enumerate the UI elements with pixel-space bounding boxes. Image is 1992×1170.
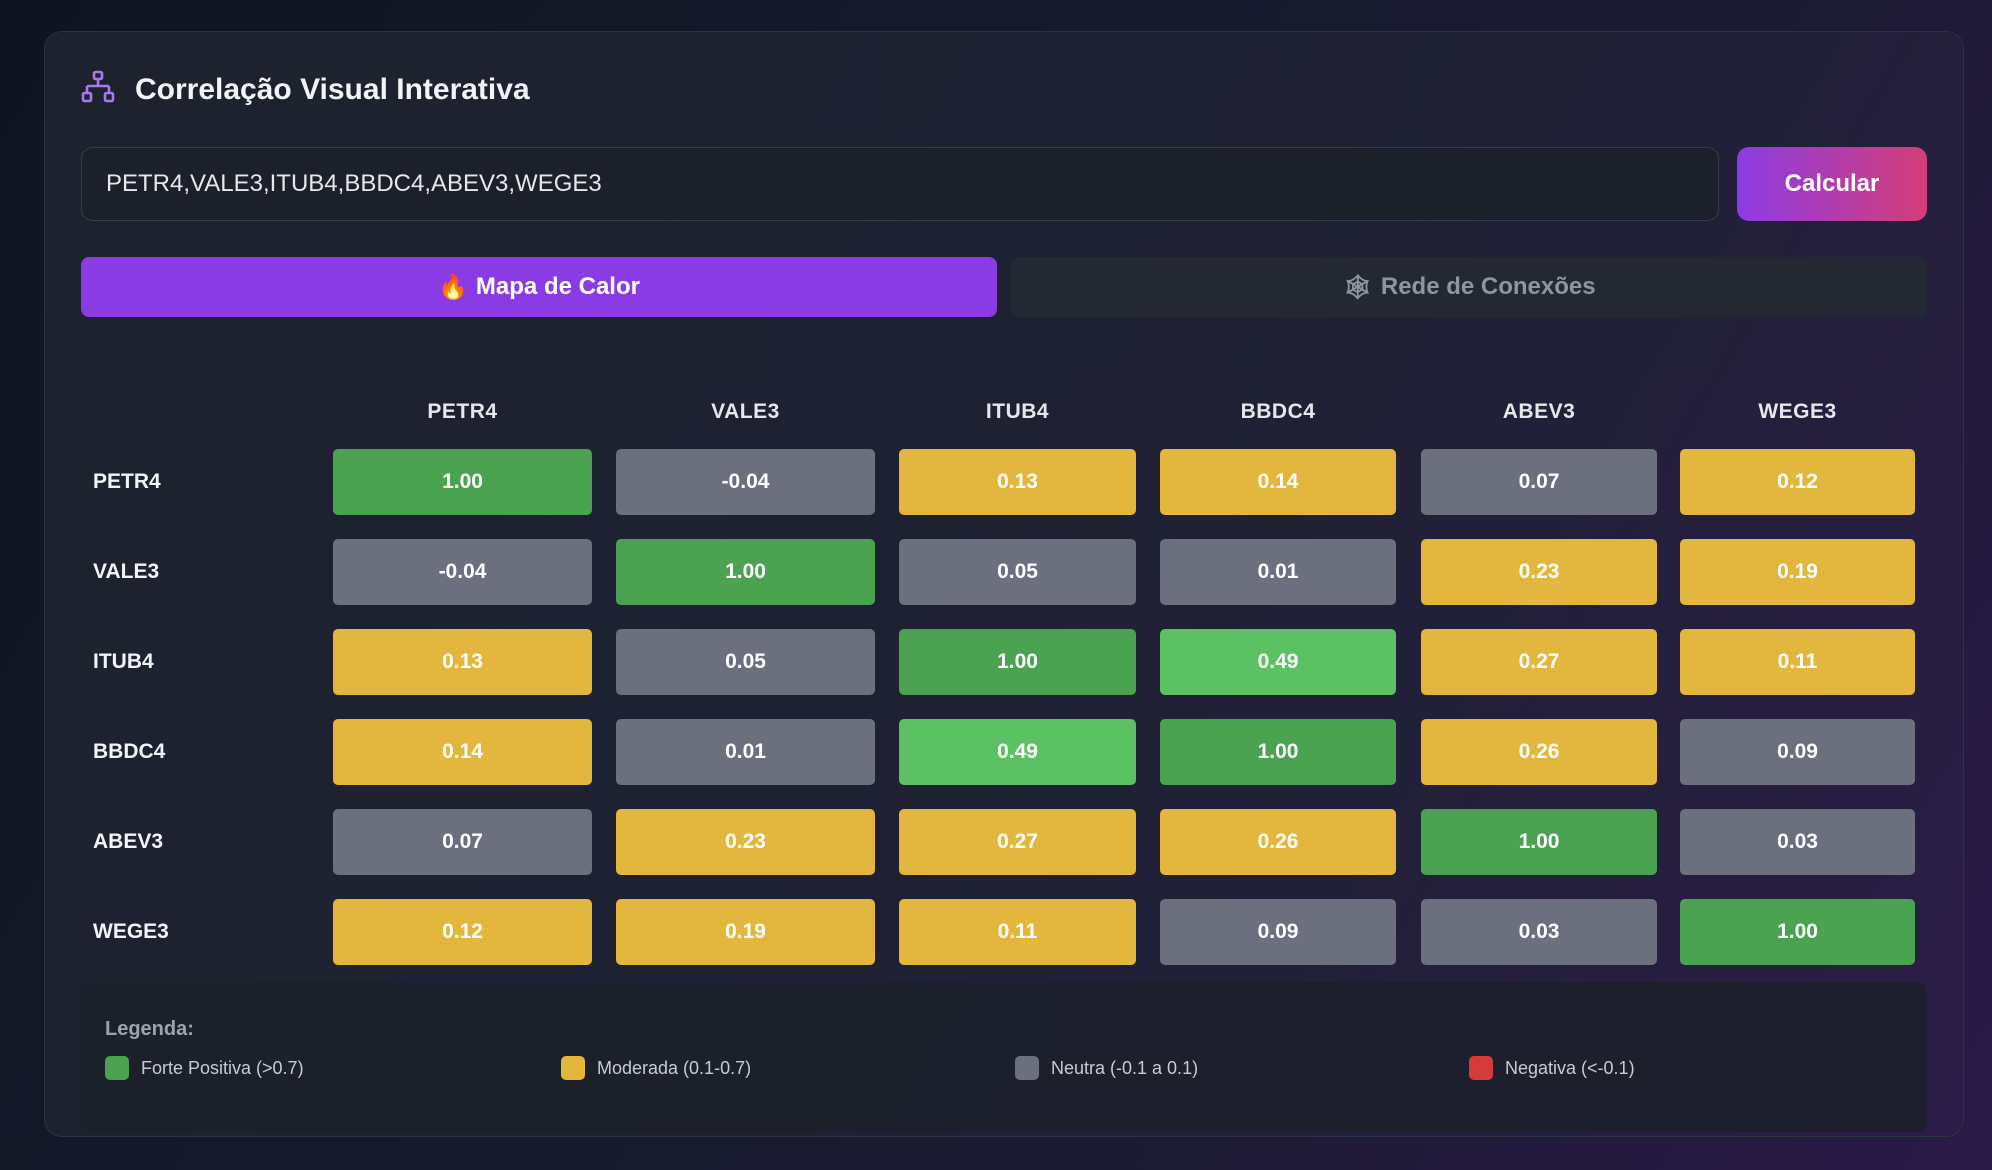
heatmap-cell-wege3-bbdc4[interactable]: 0.09 — [1160, 899, 1396, 965]
heatmap-cell-itub4-bbdc4[interactable]: 0.49 — [1160, 629, 1396, 695]
web-icon: 🕸 — [1342, 273, 1373, 301]
heatmap-cell-petr4-bbdc4[interactable]: 0.14 — [1160, 449, 1396, 515]
tab-network-label: Rede de Conexões — [1380, 273, 1596, 300]
heatmap-cell-petr4-petr4[interactable]: 1.00 — [333, 449, 592, 515]
column-header-bbdc4: BBDC4 — [1240, 400, 1316, 423]
row-header-petr4: PETR4 — [93, 470, 161, 493]
legend-swatch — [561, 1056, 585, 1080]
heatmap-cell-vale3-wege3[interactable]: 0.19 — [1680, 539, 1915, 605]
legend-swatch — [1469, 1056, 1493, 1080]
row-header-bbdc4: BBDC4 — [93, 740, 166, 763]
column-header-abev3: ABEV3 — [1502, 400, 1576, 423]
heatmap-cell-vale3-vale3[interactable]: 1.00 — [616, 539, 875, 605]
heatmap-cell-bbdc4-abev3[interactable]: 0.26 — [1421, 719, 1657, 785]
correlation-card: Correlação Visual Interativa Calcular 🔥 … — [44, 31, 1964, 1137]
legend-item-negative: Negativa (<-0.1) — [1469, 1056, 1635, 1080]
heatmap-cell-petr4-wege3[interactable]: 0.12 — [1680, 449, 1915, 515]
heatmap-cell-bbdc4-itub4[interactable]: 0.49 — [899, 719, 1136, 785]
heatmap-cell-wege3-petr4[interactable]: 0.12 — [333, 899, 592, 965]
heatmap-cell-vale3-abev3[interactable]: 0.23 — [1421, 539, 1657, 605]
legend-label: Moderada (0.1-0.7) — [597, 1057, 752, 1078]
heatmap-cell-petr4-itub4[interactable]: 0.13 — [899, 449, 1136, 515]
legend-label: Neutra (-0.1 a 0.1) — [1051, 1057, 1199, 1078]
heatmap-cell-bbdc4-wege3[interactable]: 0.09 — [1680, 719, 1915, 785]
heatmap-cell-petr4-vale3[interactable]: -0.04 — [616, 449, 875, 515]
heatmap-cell-abev3-vale3[interactable]: 0.23 — [616, 809, 875, 875]
heatmap-cell-vale3-bbdc4[interactable]: 0.01 — [1160, 539, 1396, 605]
legend-item-neutral: Neutra (-0.1 a 0.1) — [1015, 1056, 1198, 1080]
legend-label: Negativa (<-0.1) — [1505, 1057, 1635, 1078]
row-header-abev3: ABEV3 — [93, 830, 164, 853]
heatmap-cell-wege3-abev3[interactable]: 0.03 — [1421, 899, 1657, 965]
column-header-wege3: WEGE3 — [1758, 400, 1837, 423]
heatmap-cell-wege3-vale3[interactable]: 0.19 — [616, 899, 875, 965]
column-header-vale3: VALE3 — [711, 400, 780, 423]
heatmap-cell-itub4-wege3[interactable]: 0.11 — [1680, 629, 1915, 695]
tab-heatmap[interactable]: 🔥 Mapa de Calor — [81, 257, 997, 317]
legend: Legenda: Forte Positiva (>0.7) Moderada … — [81, 982, 1927, 1132]
heatmap-cell-abev3-itub4[interactable]: 0.27 — [899, 809, 1136, 875]
heatmap-cell-wege3-itub4[interactable]: 0.11 — [899, 899, 1136, 965]
heatmap-cell-vale3-itub4[interactable]: 0.05 — [899, 539, 1136, 605]
heatmap-cell-itub4-vale3[interactable]: 0.05 — [616, 629, 875, 695]
column-header-petr4: PETR4 — [427, 400, 498, 423]
legend-label: Forte Positiva (>0.7) — [141, 1057, 304, 1078]
heatmap-cell-petr4-abev3[interactable]: 0.07 — [1421, 449, 1657, 515]
tab-network[interactable]: 🕸 Rede de Conexões — [1011, 257, 1927, 317]
ticker-input-row: Calcular — [81, 147, 1927, 221]
heatmap-cell-vale3-petr4[interactable]: -0.04 — [333, 539, 592, 605]
heatmap-cell-abev3-wege3[interactable]: 0.03 — [1680, 809, 1915, 875]
heatmap-cell-bbdc4-bbdc4[interactable]: 1.00 — [1160, 719, 1396, 785]
legend-item-strong-positive: Forte Positiva (>0.7) — [105, 1056, 304, 1080]
column-header-itub4: ITUB4 — [985, 400, 1050, 423]
card-header: Correlação Visual Interativa — [81, 70, 530, 109]
row-header-itub4: ITUB4 — [93, 650, 154, 673]
network-hierarchy-icon — [81, 70, 115, 109]
legend-title: Legenda: — [105, 1018, 194, 1040]
heatmap-cell-itub4-abev3[interactable]: 0.27 — [1421, 629, 1657, 695]
tab-heatmap-label: Mapa de Calor — [475, 273, 640, 300]
correlation-heatmap: PETR4 VALE3 ITUB4 BBDC4 ABEV3 WEGE3 PETR4 1.00-… — [81, 377, 1927, 977]
heatmap-cell-bbdc4-petr4[interactable]: 0.14 — [333, 719, 592, 785]
heatmap-cell-wege3-wege3[interactable]: 1.00 — [1680, 899, 1915, 965]
view-tabs: 🔥 Mapa de Calor 🕸 Rede de Conexões — [81, 257, 1927, 317]
page-title: Correlação Visual Interativa — [135, 72, 530, 106]
row-header-vale3: VALE3 — [93, 560, 160, 583]
heatmap-cell-abev3-petr4[interactable]: 0.07 — [333, 809, 592, 875]
legend-swatch — [1015, 1056, 1039, 1080]
heatmap-cell-itub4-petr4[interactable]: 0.13 — [333, 629, 592, 695]
heatmap-cell-itub4-itub4[interactable]: 1.00 — [899, 629, 1136, 695]
calculate-button[interactable]: Calcular — [1737, 147, 1927, 221]
heatmap-cell-bbdc4-vale3[interactable]: 0.01 — [616, 719, 875, 785]
heatmap-cell-abev3-abev3[interactable]: 1.00 — [1421, 809, 1657, 875]
legend-swatch — [105, 1056, 129, 1080]
fire-icon: 🔥 — [438, 273, 468, 301]
tickers-input[interactable] — [81, 147, 1719, 221]
row-header-wege3: WEGE3 — [93, 920, 169, 943]
legend-item-moderate: Moderada (0.1-0.7) — [561, 1056, 751, 1080]
heatmap-cell-abev3-bbdc4[interactable]: 0.26 — [1160, 809, 1396, 875]
